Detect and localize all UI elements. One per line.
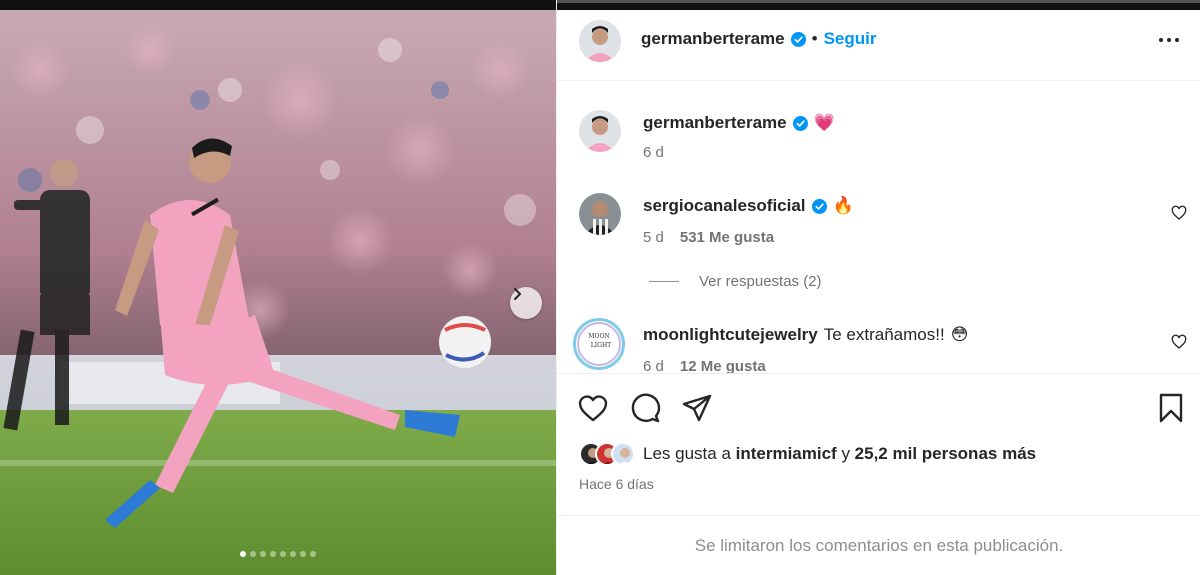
post-actions: Les gusta a intermiamicf y 25,2 mil pers… — [557, 373, 1200, 515]
comment-time[interactable]: 5 d — [643, 229, 664, 246]
chevron-right-icon — [514, 288, 521, 300]
author-username[interactable]: germanberterame — [641, 29, 785, 49]
carousel-dot — [260, 551, 266, 557]
likes-prefix: Les gusta a — [643, 444, 736, 463]
caption-meta: 6 d — [643, 144, 664, 161]
carousel-dot — [250, 551, 256, 557]
moonlight-logo-image: MOON LIGHT — [577, 322, 621, 366]
caption-avatar[interactable] — [579, 110, 621, 152]
view-replies-button[interactable]: Ver respuestas (2) — [649, 273, 822, 290]
header-user-row: germanberterame • Seguir — [641, 29, 876, 49]
comment-meta: 5 d 531 Me gusta — [643, 229, 774, 246]
verified-badge-icon — [811, 198, 827, 214]
comments-list[interactable]: germanberterame 💗 6 d sergiocanalesofici… — [557, 81, 1200, 373]
post-time-ago[interactable]: Hace 6 días — [579, 476, 654, 492]
more-options-icon[interactable] — [1157, 30, 1181, 50]
comment-row: moonlightcutejewelry Te extrañamos!! 😳 — [643, 325, 968, 345]
caption-row: germanberterame 💗 — [643, 113, 835, 133]
carousel-dot — [300, 551, 306, 557]
separator-dot: • — [811, 29, 818, 48]
comments-limited-notice: Se limitaron los comentarios en esta pub… — [557, 515, 1200, 575]
likes-count[interactable]: 25,2 mil personas más — [855, 444, 1036, 464]
next-slide-button[interactable] — [510, 287, 542, 319]
carousel-dot — [270, 551, 276, 557]
carousel-dot — [240, 551, 246, 557]
author-avatar[interactable] — [579, 20, 621, 62]
comment-emoji: 🔥 — [832, 196, 854, 215]
carousel-dot — [290, 551, 296, 557]
caption-emoji: 💗 — [813, 113, 835, 132]
comment-text: Te extrañamos!! — [823, 325, 945, 344]
save-bookmark-icon[interactable] — [1155, 392, 1187, 424]
post-photo — [0, 10, 556, 575]
comment-row: sergiocanalesoficial 🔥 — [643, 196, 854, 216]
comment-username[interactable]: moonlightcutejewelry — [643, 325, 818, 345]
carousel-indicator — [0, 551, 556, 557]
share-paper-plane-icon[interactable] — [681, 392, 713, 424]
like-heart-icon[interactable] — [577, 392, 609, 424]
avatar-image — [579, 193, 621, 235]
follow-button[interactable]: Seguir — [824, 29, 877, 49]
comment-emoji: 😳 — [950, 325, 969, 344]
comment-meta: 6 d 12 Me gusta — [643, 358, 766, 373]
comment-time[interactable]: 6 d — [643, 358, 664, 373]
verified-badge-icon — [790, 31, 806, 47]
caption-username[interactable]: germanberterame — [643, 113, 787, 133]
avatar-image — [619, 448, 631, 464]
post-side-panel: germanberterame • Seguir germanberterame… — [556, 0, 1200, 575]
caption-time[interactable]: 6 d — [643, 144, 664, 161]
liker-avatar — [611, 442, 635, 466]
comment-bubble-icon[interactable] — [629, 392, 661, 424]
comment-likes[interactable]: 12 Me gusta — [680, 358, 766, 373]
likes-middle: y — [836, 444, 855, 463]
comment-likes[interactable]: 531 Me gusta — [680, 229, 774, 246]
avatar-image — [579, 20, 621, 62]
commenter-avatar[interactable] — [579, 193, 621, 235]
carousel-dot — [280, 551, 286, 557]
view-replies-label: Ver respuestas (2) — [699, 273, 822, 290]
carousel-dot — [310, 551, 316, 557]
like-comment-heart-icon[interactable] — [1171, 334, 1187, 350]
soccer-ball — [439, 316, 491, 368]
likes-summary: Les gusta a intermiamicf y 25,2 mil pers… — [579, 442, 1036, 466]
logo-text-line1: MOON — [588, 333, 609, 340]
logo-text-line2: LIGHT — [591, 342, 611, 349]
verified-badge-icon — [792, 115, 808, 131]
commenter-avatar[interactable]: MOON LIGHT — [573, 318, 625, 370]
comment-username[interactable]: sergiocanalesoficial — [643, 196, 806, 216]
post-media[interactable] — [0, 10, 556, 575]
avatar-image — [579, 110, 621, 152]
post-header: germanberterame • Seguir — [557, 0, 1200, 81]
like-comment-heart-icon[interactable] — [1171, 205, 1187, 221]
likes-account[interactable]: intermiamicf — [736, 444, 837, 464]
replies-divider — [649, 281, 679, 282]
